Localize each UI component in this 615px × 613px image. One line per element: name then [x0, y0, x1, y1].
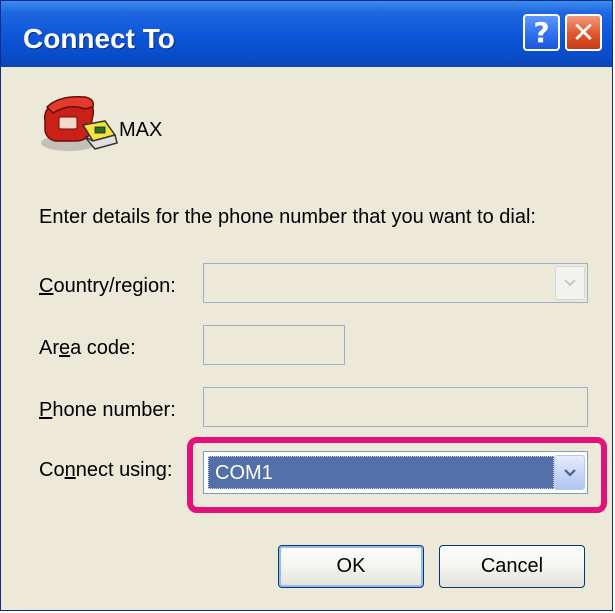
phone-label-text: hone number: — [52, 399, 176, 421]
phone-connection-icon — [41, 95, 118, 151]
close-icon: ✕ — [571, 15, 596, 49]
country-dropdown-button[interactable] — [555, 266, 585, 300]
country-region-label: Country/region: — [39, 275, 176, 298]
country-region-select[interactable] — [203, 263, 588, 303]
dialog-title: Connect To — [23, 23, 175, 54]
close-button[interactable]: ✕ — [565, 14, 602, 51]
connect-mnemonic: n — [64, 459, 76, 481]
connect-dropdown-button[interactable] — [554, 455, 585, 490]
title-bar[interactable]: Connect To ? ✕ — [1, 1, 612, 67]
area-code-label: Area code: — [39, 337, 136, 360]
connect-using-select[interactable]: COM1 — [203, 451, 588, 494]
chevron-down-icon — [564, 279, 576, 287]
connect-using-value: COM1 — [208, 456, 554, 489]
connect-label-text: nect using: — [75, 459, 173, 481]
instructions-text: Enter details for the phone number that … — [39, 206, 536, 228]
cancel-button[interactable]: Cancel — [439, 545, 585, 588]
area-code-field[interactable] — [203, 325, 345, 365]
phone-mnemonic: P — [39, 399, 53, 421]
area-mnemonic: e — [59, 337, 71, 359]
phone-number-label: Phone number: — [39, 399, 176, 422]
area-label-start: Ar — [39, 337, 59, 359]
help-icon: ? — [533, 15, 550, 49]
area-label-text: a code: — [70, 337, 136, 359]
chevron-down-icon — [563, 468, 576, 477]
country-label-text: ountry/region: — [53, 275, 176, 297]
ok-button[interactable]: OK — [278, 545, 424, 588]
connection-name: MAX — [119, 119, 163, 141]
connect-to-dialog: Connect To ? ✕ MAX Enter details for the… — [0, 0, 613, 611]
connect-using-label: Connect using: — [39, 459, 172, 482]
country-mnemonic: C — [39, 275, 54, 297]
phone-number-field[interactable] — [203, 387, 588, 427]
help-button[interactable]: ? — [523, 14, 560, 51]
connect-label-start: Co — [39, 459, 65, 481]
